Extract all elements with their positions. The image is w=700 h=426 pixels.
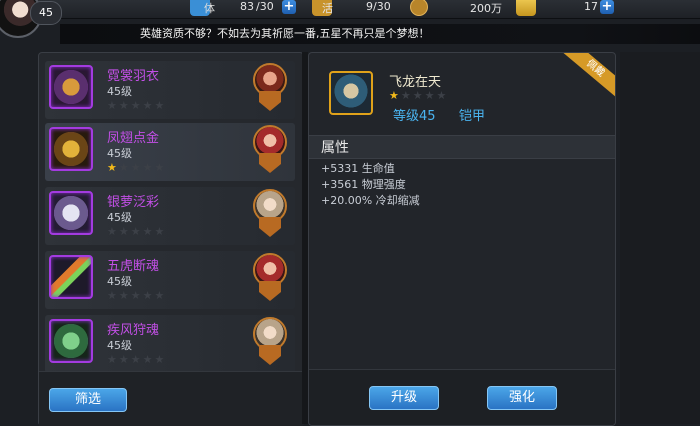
hero-portrait[interactable]: [253, 61, 287, 111]
attributes-header: 属性: [309, 135, 615, 159]
attributes-list: +5331 生命值 +3561 物理强度 +20.00% 冷却缩减: [321, 161, 420, 209]
player-level-badge: 45: [30, 1, 62, 25]
spear-icon: [49, 255, 93, 299]
item-level: 45级: [107, 85, 132, 98]
coin-icon: [410, 0, 428, 16]
item-level: 45级: [107, 339, 132, 352]
hero-portrait[interactable]: [253, 315, 287, 365]
equipment-item[interactable]: 五虎断魂 45级 ★★★★★: [45, 251, 295, 309]
item-name: 疾风狩魂: [107, 323, 160, 338]
attribute-row: +3561 物理强度: [321, 178, 406, 191]
equipment-item[interactable]: 凤翅点金 45级 ★★★★★: [45, 123, 295, 181]
detail-name: 飞龙在天: [389, 75, 442, 90]
equipment-item[interactable]: 银萝泛彩 45级 ★★★★★: [45, 187, 295, 245]
stamina-resource: 体 83 /30 +: [190, 0, 300, 16]
vitality-label: 活: [322, 2, 333, 15]
gold-value: 200万: [470, 2, 502, 15]
stamina-current: 83: [240, 0, 254, 13]
attribute-row: +20.00% 冷却缩减: [321, 194, 420, 207]
equipped-badge: 佩戴: [559, 53, 615, 101]
resource-bar: 体 83 /30 + 活 9/30 200万 17 +: [0, 0, 700, 19]
add-ingot-button[interactable]: +: [600, 0, 614, 14]
hero-portrait[interactable]: [253, 251, 287, 301]
upgrade-button[interactable]: 升级: [369, 386, 439, 410]
detail-stars: ★★★★★: [389, 89, 449, 102]
hero-portrait[interactable]: [253, 123, 287, 173]
list-footer: 筛选: [39, 371, 303, 426]
hero-tag-icon: [259, 281, 281, 301]
item-name: 凤翅点金: [107, 131, 160, 146]
stamina-label: 体: [204, 2, 215, 15]
detail-level: 等级45: [393, 109, 436, 124]
detail-type: 铠甲: [459, 109, 486, 124]
dragon-armor-icon: [329, 71, 373, 115]
vitality-value: 9/30: [366, 0, 391, 13]
equipment-item[interactable]: 霓裳羽衣 45级 ★★★★★: [45, 61, 295, 119]
green-armor-icon: [49, 319, 93, 363]
attribute-row: +5331 生命值: [321, 162, 395, 175]
silver-armor-icon: [49, 191, 93, 235]
equipment-item[interactable]: 疾风狩魂 45级 ★★★★★: [45, 315, 295, 373]
gold-ingot-icon: [516, 0, 536, 16]
gold-resource: 200万: [408, 0, 508, 16]
equipment-list-panel: 霓裳羽衣 45级 ★★★★★ 凤翅点金 45级 ★★★★★ 银萝泛彩 45级 ★…: [38, 52, 304, 426]
tip-banner: 英雄资质不够？不如去为其祈愿一番,五星不再只是个梦想！: [60, 24, 700, 44]
item-name: 五虎断魂: [107, 259, 160, 274]
item-stars: ★★★★★: [107, 289, 167, 302]
robe-icon: [49, 65, 93, 109]
item-stars: ★★★★★: [107, 225, 167, 238]
vitality-resource: 活 9/30: [312, 0, 402, 16]
right-sidebar: [620, 52, 700, 424]
item-name: 霓裳羽衣: [107, 69, 160, 84]
golden-armor-icon: [49, 127, 93, 171]
item-level: 45级: [107, 147, 132, 160]
item-stars: ★★★★★: [107, 353, 167, 366]
equipment-detail-panel: 佩戴 飞龙在天 ★★★★★ 等级45 铠甲 属性 +5331 生命值 +3561…: [308, 52, 616, 426]
ingot-resource: 17 +: [512, 0, 622, 16]
hero-tag-icon: [259, 91, 281, 111]
add-stamina-button[interactable]: +: [282, 0, 296, 14]
ingot-value: 17: [584, 0, 598, 13]
stamina-max: /30: [256, 0, 274, 13]
hero-tag-icon: [259, 217, 281, 237]
item-stars: ★★★★★: [107, 161, 167, 174]
hero-tag-icon: [259, 345, 281, 365]
item-level: 45级: [107, 211, 132, 224]
detail-footer: 升级 强化: [309, 369, 615, 425]
enhance-button[interactable]: 强化: [487, 386, 557, 410]
filter-button[interactable]: 筛选: [49, 388, 127, 412]
item-stars: ★★★★★: [107, 99, 167, 112]
item-name: 银萝泛彩: [107, 195, 160, 210]
hero-portrait[interactable]: [253, 187, 287, 237]
item-level: 45级: [107, 275, 132, 288]
hero-tag-icon: [259, 153, 281, 173]
